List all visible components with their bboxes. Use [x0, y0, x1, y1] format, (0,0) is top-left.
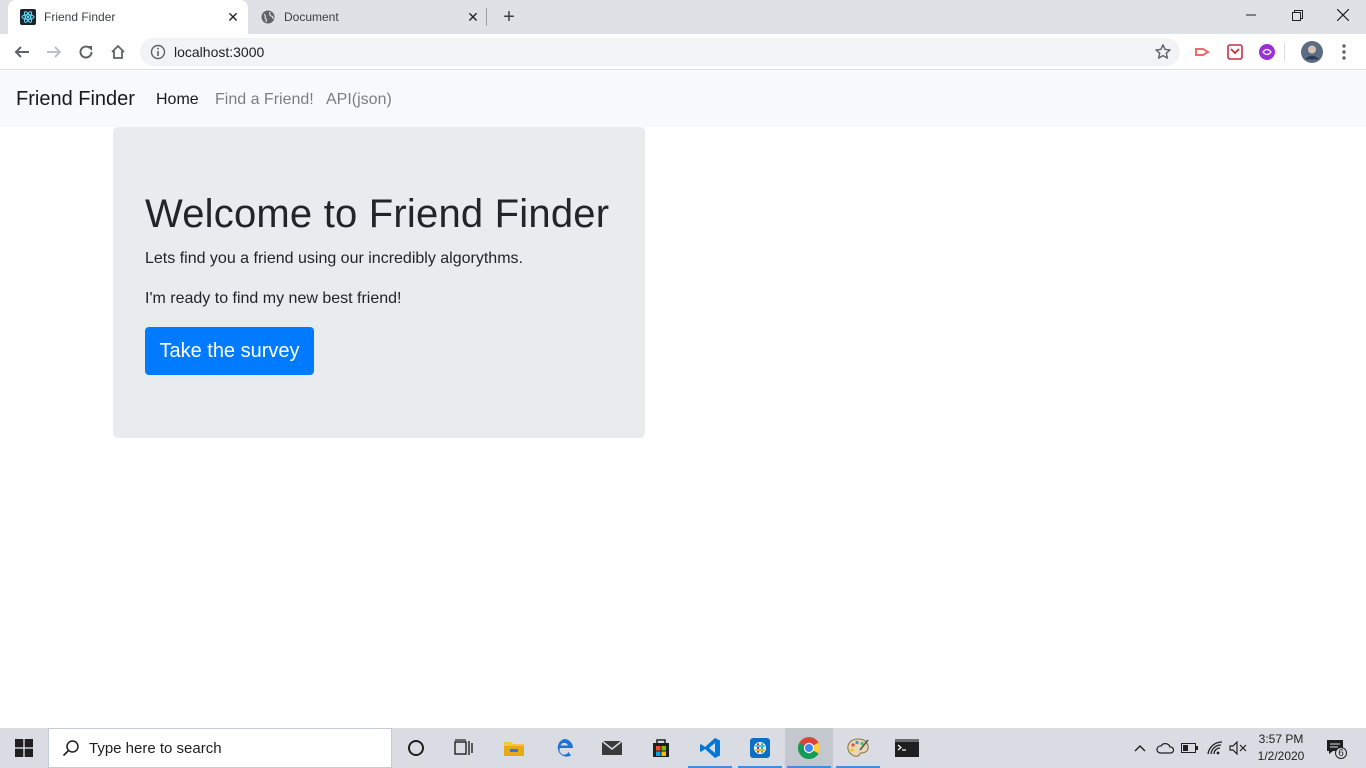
- tab-strip: Friend Finder ✕ Document ✕ +: [0, 0, 1366, 34]
- profile-avatar[interactable]: [1301, 41, 1323, 63]
- paint-button[interactable]: [834, 728, 882, 768]
- back-arrow-icon: [14, 46, 29, 58]
- paint-palette-icon: [847, 738, 869, 757]
- page-content: Friend Finder Home Find a Friend! API(js…: [0, 71, 1366, 728]
- info-icon[interactable]: [150, 44, 166, 60]
- close-tab-icon[interactable]: ✕: [224, 8, 242, 26]
- search-icon: [62, 740, 79, 757]
- tab-document[interactable]: Document ✕: [248, 0, 488, 34]
- lead-text: Lets find you a friend using our incredi…: [145, 250, 523, 267]
- task-view-button[interactable]: [440, 728, 488, 768]
- chevron-up-icon: [1134, 745, 1146, 752]
- mail-icon: [601, 740, 623, 755]
- page-title: Welcome to Friend Finder: [145, 192, 610, 236]
- nav-link-api-json[interactable]: API(json): [326, 91, 392, 109]
- home-button[interactable]: [104, 38, 132, 66]
- globe-icon: [260, 9, 276, 25]
- vscode-icon: [700, 738, 720, 758]
- task-view-icon: [454, 739, 473, 755]
- edge-icon: [557, 739, 573, 757]
- store-icon: [653, 739, 669, 757]
- edge-button[interactable]: [540, 728, 588, 768]
- battery-tray[interactable]: [1179, 728, 1201, 768]
- taskbar-clock[interactable]: 3:57 PM 1/2/2020: [1250, 731, 1312, 765]
- network-tray[interactable]: [1204, 728, 1226, 768]
- volume-muted-icon: [1229, 741, 1247, 755]
- react-icon: [20, 9, 36, 25]
- chrome-button[interactable]: [785, 728, 833, 768]
- address-bar[interactable]: localhost:3000: [140, 38, 1180, 66]
- back-button[interactable]: [8, 38, 36, 66]
- tab-friend-finder[interactable]: Friend Finder ✕: [8, 0, 248, 34]
- nav-link-find-a-friend[interactable]: Find a Friend!: [215, 91, 314, 109]
- cloud-icon: [1156, 743, 1174, 754]
- store-button[interactable]: [637, 728, 685, 768]
- slack-icon: [750, 738, 770, 758]
- reload-button[interactable]: [72, 38, 100, 66]
- battery-icon: [1181, 743, 1198, 753]
- close-icon: [1337, 9, 1349, 21]
- onedrive-tray[interactable]: [1154, 728, 1176, 768]
- browser-toolbar: localhost:3000: [0, 34, 1366, 70]
- cortana-icon: [408, 740, 424, 756]
- cta-text: I'm ready to find my new best friend!: [145, 290, 402, 307]
- slack-button[interactable]: [736, 728, 784, 768]
- vscode-button[interactable]: [686, 728, 734, 768]
- action-center-button[interactable]: 6: [1320, 728, 1352, 768]
- windows-taskbar: Type here to search 3:57 PM 1/2/2020 6: [0, 728, 1366, 768]
- reload-icon: [79, 45, 93, 59]
- url-text[interactable]: localhost:3000: [174, 44, 264, 60]
- more-vert-icon: [1342, 44, 1346, 60]
- forward-button[interactable]: [40, 38, 68, 66]
- extension-screencast-icon[interactable]: [1192, 42, 1212, 62]
- home-icon: [111, 44, 125, 59]
- clock-time: 3:57 PM: [1258, 732, 1304, 746]
- chrome-icon: [798, 737, 820, 759]
- folder-icon: [504, 742, 524, 756]
- search-placeholder: Type here to search: [89, 739, 222, 757]
- taskbar-search-box[interactable]: Type here to search: [48, 728, 392, 768]
- clock-date: 1/2/2020: [1257, 749, 1305, 763]
- file-explorer-button[interactable]: [490, 728, 538, 768]
- bookmark-star-icon[interactable]: [1154, 43, 1172, 61]
- tab-separator: [486, 8, 487, 26]
- navbar-brand[interactable]: Friend Finder: [16, 88, 135, 111]
- take-survey-button[interactable]: Take the survey: [145, 327, 314, 375]
- mail-button[interactable]: [588, 728, 636, 768]
- extension-purple-icon[interactable]: [1257, 42, 1277, 62]
- restore-button[interactable]: [1274, 0, 1320, 30]
- terminal-icon: [895, 739, 919, 757]
- extension-pocket-icon[interactable]: [1225, 42, 1245, 62]
- nav-link-home[interactable]: Home: [156, 91, 199, 109]
- windows-logo-icon: [15, 739, 33, 757]
- wifi-icon: [1207, 741, 1223, 755]
- volume-tray[interactable]: [1227, 728, 1249, 768]
- new-tab-button[interactable]: +: [498, 6, 520, 28]
- start-button[interactable]: [0, 728, 48, 768]
- close-tab-icon[interactable]: ✕: [464, 8, 482, 26]
- forward-arrow-icon: [47, 46, 62, 58]
- terminal-button[interactable]: [883, 728, 931, 768]
- cortana-button[interactable]: [392, 728, 440, 768]
- minimize-icon: [1246, 14, 1256, 16]
- minimize-button[interactable]: [1228, 0, 1274, 30]
- tray-overflow-chevron[interactable]: [1131, 728, 1149, 768]
- tab-title: Friend Finder: [44, 10, 116, 24]
- jumbotron: Welcome to Friend Finder Lets find you a…: [113, 127, 645, 438]
- tab-title: Document: [284, 10, 339, 24]
- site-navbar: Friend Finder Home Find a Friend! API(js…: [0, 71, 1366, 127]
- toolbar-divider: [1284, 43, 1285, 61]
- close-window-button[interactable]: [1320, 0, 1366, 30]
- notification-count-badge: 6: [1338, 748, 1344, 759]
- chrome-menu-button[interactable]: [1334, 42, 1354, 62]
- restore-icon: [1291, 9, 1303, 21]
